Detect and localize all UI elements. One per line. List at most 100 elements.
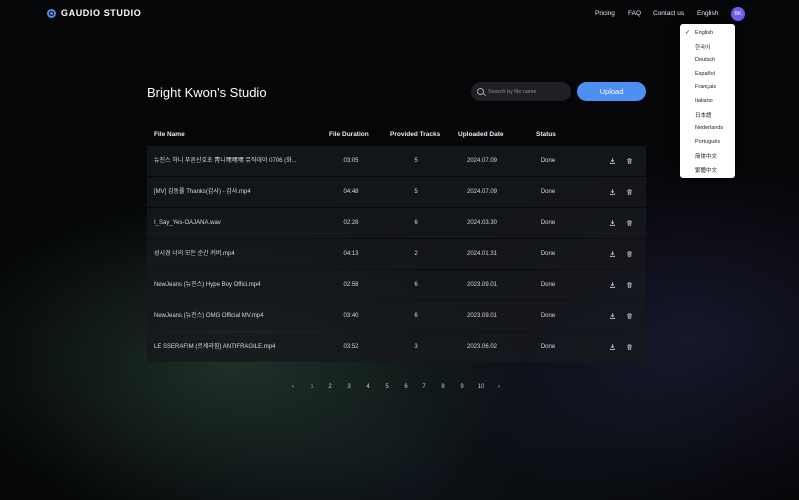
trash-icon[interactable] — [627, 251, 632, 257]
column-header-file-duration: File Duration — [329, 131, 369, 138]
check-icon: ✓ — [685, 30, 691, 36]
trash-icon[interactable] — [627, 189, 632, 195]
table-row[interactable]: [MV] 김동률 Thanks(감사) - 감사.mp4 04:48 5 2024.0… — [147, 177, 646, 207]
logo-text: GAUDIO STUDIO — [61, 8, 142, 18]
file-duration-cell: 03:52 — [343, 344, 359, 350]
language-option-simplified-chinese[interactable]: 简体中文 — [695, 152, 717, 160]
language-option-french[interactable]: Français — [695, 84, 716, 90]
page-10[interactable]: 10 — [475, 384, 487, 390]
status-cell: Done — [540, 344, 556, 350]
upload-button[interactable]: Upload — [577, 82, 646, 101]
table-row[interactable]: I_Say_Yes-OAJANA.wav 02:28 6 2024.03.30 Done — [147, 208, 646, 238]
uploaded-date-cell: 2023.09.01 — [466, 282, 498, 288]
page-3[interactable]: 3 — [343, 384, 355, 390]
language-option-portuguese[interactable]: Português — [695, 139, 720, 145]
uploaded-date-cell: 2024.03.30 — [466, 220, 498, 226]
file-duration-cell: 04:13 — [343, 251, 359, 257]
status-cell: Done — [540, 282, 556, 288]
file-duration-cell: 02:28 — [343, 220, 359, 226]
uploaded-date-cell: 2023.06.02 — [466, 344, 498, 350]
column-header-file-name: File Name — [154, 131, 185, 138]
page-8[interactable]: 8 — [437, 384, 449, 390]
language-option-spanish[interactable]: Español — [695, 71, 715, 77]
trash-icon[interactable] — [627, 313, 632, 319]
table-row[interactable]: 뉴진스 하니 푸른산호초 靑니嘿嘿嘿 뮤직데이 0706 (화... 03:05 5… — [147, 146, 646, 176]
file-name-cell: NewJeans (뉴진스) Hype Boy Offici.mp4 — [154, 282, 261, 288]
search-input[interactable] — [488, 85, 566, 98]
uploaded-date-cell: 2024.07.09 — [466, 189, 498, 195]
provided-tracks-cell: 3 — [414, 344, 418, 350]
trash-icon[interactable] — [627, 344, 632, 350]
file-name-cell: NewJeans (뉴진스) OMG Official MV.mp4 — [154, 313, 264, 319]
download-icon[interactable] — [610, 344, 615, 350]
provided-tracks-cell: 6 — [414, 220, 418, 226]
column-header-status: Status — [536, 131, 556, 138]
search-icon — [477, 88, 484, 95]
uploaded-date-cell: 2024.01.31 — [466, 251, 498, 257]
file-name-cell: LE SSERAFIM (르세라핌) ANTIFRAGILE.mp4 — [154, 344, 276, 350]
next-page-button[interactable]: › — [493, 384, 505, 390]
uploaded-date-cell: 2023.09.01 — [466, 313, 498, 319]
table-row[interactable]: NewJeans (뉴진스) OMG Official MV.mp4 03:40 6… — [147, 301, 646, 331]
provided-tracks-cell: 6 — [414, 313, 418, 319]
language-option-german[interactable]: Deutsch — [695, 57, 715, 63]
nav-pricing-link[interactable]: Pricing — [595, 10, 615, 17]
prev-page-button[interactable]: ‹ — [287, 384, 299, 390]
trash-icon[interactable] — [627, 282, 632, 288]
page-5[interactable]: 5 — [381, 384, 393, 390]
status-cell: Done — [540, 189, 556, 195]
search-box — [471, 82, 571, 101]
language-option-italian[interactable]: Italiano — [695, 98, 713, 104]
language-option-japanese[interactable]: 日本語 — [695, 111, 712, 119]
page-2[interactable]: 2 — [324, 384, 336, 390]
file-duration-cell: 03:40 — [343, 313, 359, 319]
provided-tracks-cell: 6 — [414, 282, 418, 288]
provided-tracks-cell: 2 — [414, 251, 418, 257]
logo[interactable]: GAUDIO STUDIO — [47, 8, 141, 18]
status-cell: Done — [540, 251, 556, 257]
page-4[interactable]: 4 — [362, 384, 374, 390]
language-option-english[interactable]: English — [695, 30, 713, 36]
column-header-uploaded-date: Uploaded Date — [458, 131, 504, 138]
nav-contact-link[interactable]: Contact us — [653, 10, 684, 17]
file-name-cell: I_Say_Yes-OAJANA.wav — [154, 220, 221, 226]
language-selector[interactable]: English — [697, 10, 718, 17]
file-duration-cell: 03:05 — [343, 158, 359, 164]
download-icon[interactable] — [610, 220, 615, 226]
status-cell: Done — [540, 313, 556, 319]
uploaded-date-cell: 2024.07.09 — [466, 158, 498, 164]
file-duration-cell: 04:48 — [343, 189, 359, 195]
avatar[interactable]: BK — [731, 7, 745, 21]
language-option-korean[interactable]: 한국어 — [695, 43, 710, 51]
table-row[interactable]: 성시경 너의 모든 순간 커버.mp4 04:13 2 2024.01.31 Done — [147, 239, 646, 269]
file-duration-cell: 02:58 — [343, 282, 359, 288]
language-option-traditional-chinese[interactable]: 繁體中文 — [695, 166, 717, 174]
file-name-cell: 성시경 너의 모든 순간 커버.mp4 — [154, 251, 235, 257]
top-nav: GAUDIO STUDIO Pricing FAQ Contact us Eng… — [0, 0, 799, 28]
page-7[interactable]: 7 — [418, 384, 430, 390]
provided-tracks-cell: 5 — [414, 158, 418, 164]
download-icon[interactable] — [610, 282, 615, 288]
page-6[interactable]: 6 — [400, 384, 412, 390]
download-icon[interactable] — [610, 158, 615, 164]
download-icon[interactable] — [610, 313, 615, 319]
download-icon[interactable] — [610, 189, 615, 195]
trash-icon[interactable] — [627, 220, 632, 226]
file-name-cell: 뉴진스 하니 푸른산호초 靑니嘿嘿嘿 뮤직데이 0706 (화... — [154, 158, 297, 164]
table-row[interactable]: LE SSERAFIM (르세라핌) ANTIFRAGILE.mp4 03:52 3… — [147, 332, 646, 362]
column-header-provided-tracks: Provided Tracks — [390, 131, 441, 138]
language-dropdown-menu: ✓ English 한국어 Deutsch Español Français I… — [680, 24, 735, 178]
gaudio-logo-icon — [47, 8, 56, 18]
page-1[interactable]: 1 — [306, 384, 318, 390]
file-name-cell: [MV] 김동률 Thanks(감사) - 감사.mp4 — [154, 189, 251, 195]
status-cell: Done — [540, 158, 556, 164]
trash-icon[interactable] — [627, 158, 632, 164]
nav-faq-link[interactable]: FAQ — [628, 10, 641, 17]
language-option-dutch[interactable]: Nederlands — [695, 125, 723, 131]
page-9[interactable]: 9 — [456, 384, 468, 390]
table-row[interactable]: NewJeans (뉴진스) Hype Boy Offici.mp4 02:58 6… — [147, 270, 646, 300]
download-icon[interactable] — [610, 251, 615, 257]
provided-tracks-cell: 5 — [414, 189, 418, 195]
page-title: Bright Kwon's Studio — [147, 85, 267, 100]
status-cell: Done — [540, 220, 556, 226]
